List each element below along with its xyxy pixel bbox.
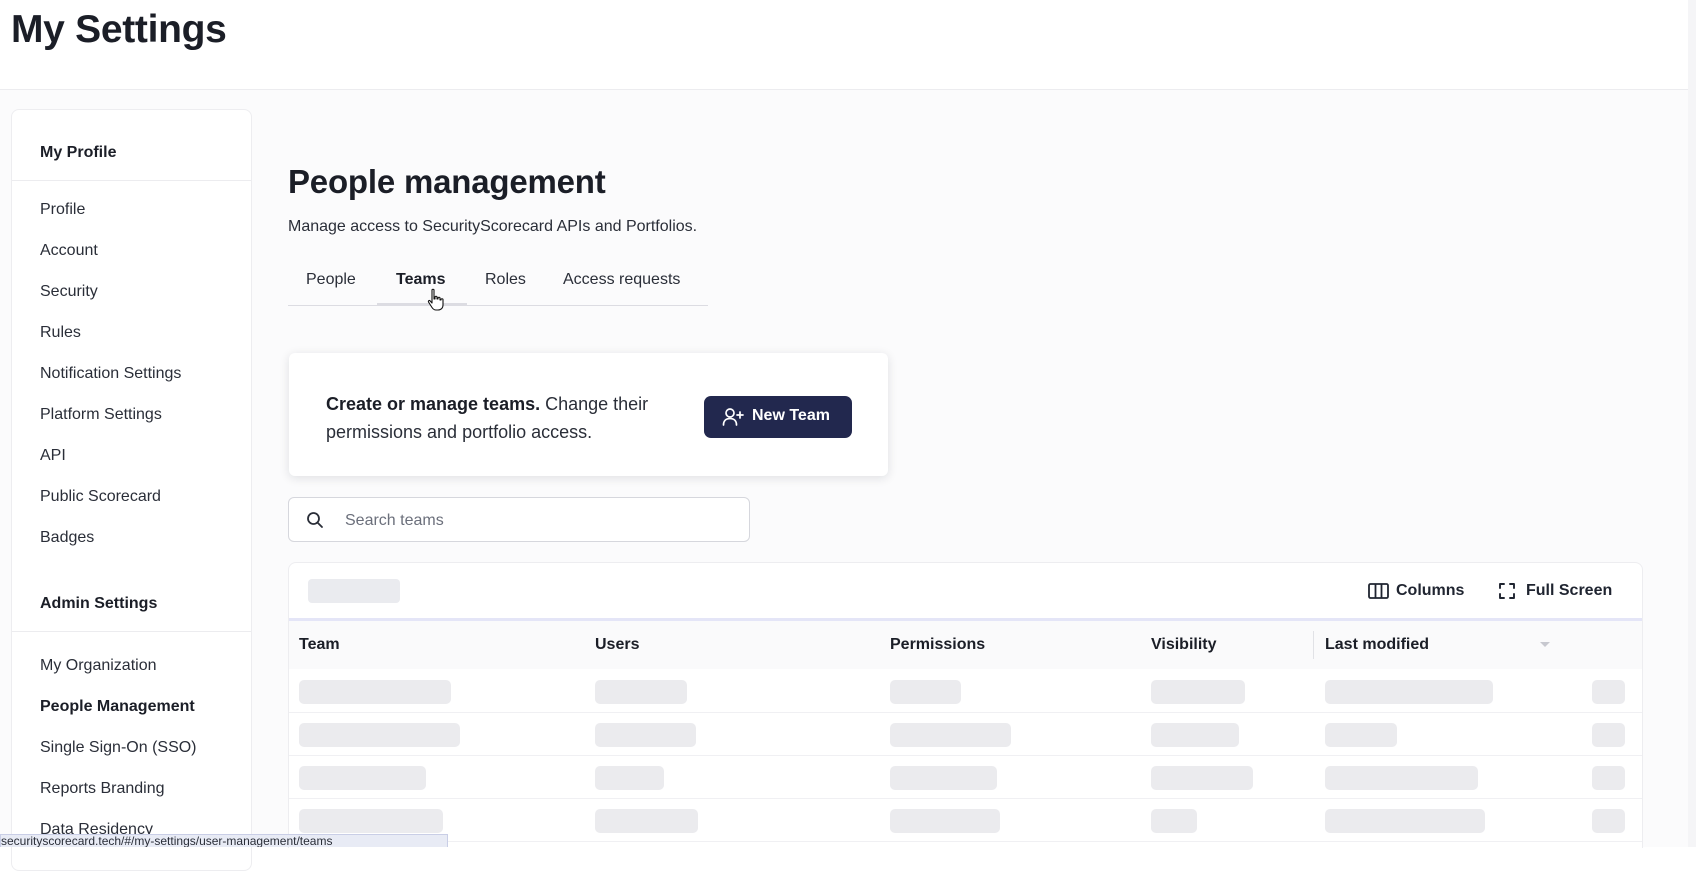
skeleton-cell	[1151, 680, 1245, 704]
tab-access-requests[interactable]: Access requests	[563, 271, 680, 289]
add-user-icon	[722, 408, 744, 426]
column-header-team[interactable]: Team	[299, 636, 340, 654]
section-subtitle: Manage access to SecurityScorecard APIs …	[288, 218, 698, 235]
sidebar-item-api[interactable]: API	[40, 447, 66, 465]
table-row-loading	[289, 798, 1642, 842]
scrollbar-track[interactable]	[1688, 0, 1696, 847]
table-row-loading	[289, 755, 1642, 799]
skeleton-cell	[890, 766, 997, 790]
status-bar-url: securityscorecard.tech/#/my-settings/use…	[0, 834, 448, 847]
skeleton-cell	[890, 723, 1011, 747]
skeleton-cell	[890, 809, 1000, 833]
skeleton-cell	[1592, 809, 1625, 833]
sidebar-item-account[interactable]: Account	[40, 242, 98, 260]
columns-button-label: Columns	[1396, 582, 1465, 599]
skeleton-cell	[890, 680, 961, 704]
skeleton-cell	[1151, 809, 1197, 833]
skeleton-cell	[299, 809, 443, 833]
tab-bar: People Teams Roles Access requests	[288, 266, 708, 306]
skeleton-cell	[595, 723, 696, 747]
sidebar-section-label: Admin Settings	[40, 595, 158, 612]
skeleton-cell	[299, 723, 460, 747]
skeleton-cell	[1592, 723, 1625, 747]
active-tab-indicator	[377, 303, 467, 305]
skeleton-cell	[1325, 723, 1397, 747]
tab-roles[interactable]: Roles	[485, 271, 526, 289]
promo-bold-text: Create or manage teams.	[326, 394, 541, 414]
skeleton-cell	[1151, 766, 1253, 790]
settings-sidebar: My Profile Profile Account Security Rule…	[11, 109, 252, 871]
column-header-visibility[interactable]: Visibility	[1151, 636, 1217, 654]
skeleton-cell	[1592, 766, 1625, 790]
skeleton-cell	[595, 680, 687, 704]
section-title: People management	[288, 163, 606, 200]
promo-text: Create or manage teams. Change their per…	[326, 390, 686, 446]
sidebar-item-my-organization[interactable]: My Organization	[40, 657, 157, 675]
search-teams-input[interactable]	[343, 508, 737, 534]
column-header-users[interactable]: Users	[595, 636, 639, 654]
new-team-button[interactable]: New Team	[704, 396, 852, 438]
sidebar-item-public-scorecard[interactable]: Public Scorecard	[40, 488, 161, 506]
sidebar-item-badges[interactable]: Badges	[40, 529, 94, 547]
search-icon	[307, 512, 323, 528]
column-header-permissions[interactable]: Permissions	[890, 636, 985, 654]
full-screen-button-label: Full Screen	[1526, 582, 1613, 599]
skeleton-cell	[595, 809, 698, 833]
skeleton-cell	[1592, 680, 1625, 704]
skeleton-cell	[595, 766, 664, 790]
sidebar-item-sso[interactable]: Single Sign-On (SSO)	[40, 739, 197, 757]
skeleton-cell	[1325, 680, 1493, 704]
skeleton-cell	[299, 766, 426, 790]
sidebar-item-rules[interactable]: Rules	[40, 324, 81, 342]
top-bar: My Settings	[0, 0, 1696, 90]
toolbar-loading-placeholder	[308, 579, 400, 603]
sidebar-section-my-profile: My Profile	[12, 110, 251, 181]
columns-icon	[1368, 583, 1389, 599]
sidebar-item-people-management[interactable]: People Management	[40, 698, 195, 716]
fullscreen-icon	[1499, 583, 1515, 599]
skeleton-cell	[1325, 766, 1478, 790]
sidebar-item-platform-settings[interactable]: Platform Settings	[40, 406, 162, 424]
skeleton-cell	[1151, 723, 1239, 747]
sidebar-section-admin-settings: Admin Settings	[12, 561, 251, 632]
teams-promo-card: Create or manage teams. Change their per…	[289, 353, 888, 476]
table-row-loading	[289, 669, 1642, 713]
sidebar-item-security[interactable]: Security	[40, 283, 98, 301]
table-row-loading	[289, 712, 1642, 756]
skeleton-cell	[299, 680, 451, 704]
column-divider	[1313, 631, 1314, 659]
sort-arrow-icon[interactable]	[1539, 641, 1551, 649]
table-header: Team Users Permissions Visibility Last m…	[289, 621, 1642, 669]
full-screen-button[interactable]: Full Screen	[1498, 581, 1618, 603]
sidebar-item-profile[interactable]: Profile	[40, 201, 85, 219]
skeleton-cell	[1325, 809, 1485, 833]
sidebar-item-notification-settings[interactable]: Notification Settings	[40, 365, 181, 383]
search-teams-field	[288, 497, 750, 542]
column-header-last-modified[interactable]: Last modified	[1325, 636, 1429, 654]
columns-button[interactable]: Columns	[1368, 581, 1468, 603]
page-title: My Settings	[11, 8, 227, 51]
teams-table: Columns Full Screen Team Users Permissio…	[288, 562, 1643, 848]
pointer-cursor-icon	[427, 288, 444, 311]
tab-people[interactable]: People	[306, 271, 356, 289]
new-team-button-label: New Team	[752, 407, 830, 424]
sidebar-item-reports-branding[interactable]: Reports Branding	[40, 780, 165, 798]
sidebar-section-label: My Profile	[40, 144, 117, 161]
tab-teams[interactable]: Teams	[396, 271, 446, 289]
